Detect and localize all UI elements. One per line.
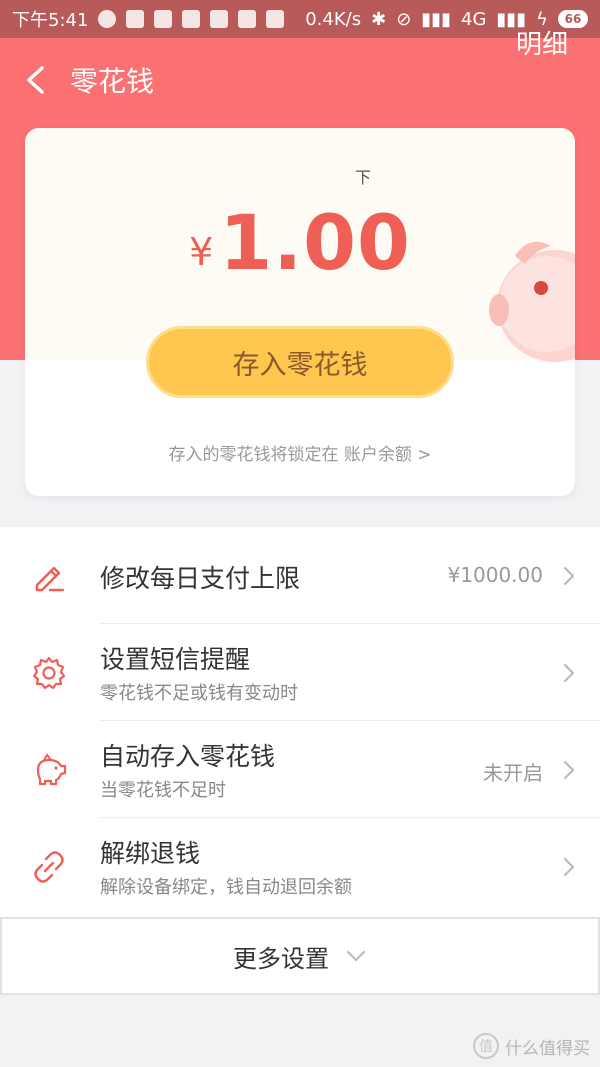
gear-icon <box>32 656 66 690</box>
back-button[interactable] <box>0 38 70 122</box>
detail-button[interactable]: 明细 <box>516 24 568 61</box>
more-settings-label: 更多设置 <box>233 944 329 973</box>
watermark-text: 什么值得买 <box>505 1038 590 1059</box>
mute-icon: ⊘ <box>396 8 412 30</box>
piggy-bank-icon <box>36 753 67 786</box>
status-bar: 下午5:41 0.4K/s ✱ ⊘ ▮▮▮ 4G ▮▮▮ ϟ 66 <box>0 0 600 38</box>
message-icon <box>182 10 201 28</box>
browser-icon-2 <box>266 10 285 28</box>
wechat-icon <box>98 10 117 28</box>
watermark: 值 什么值得买 <box>473 1033 590 1059</box>
edit-icon <box>35 566 65 592</box>
list-item-label: 解绑退钱 <box>100 839 201 868</box>
list-item-auto-deposit[interactable]: 自动存入零花钱 当零花钱不足时 未开启 <box>0 721 600 818</box>
network-type: 4G <box>461 8 487 30</box>
card-note: 存入的零花钱将锁定在 账户余额 > <box>25 440 575 465</box>
currency-symbol: ¥ <box>189 230 214 274</box>
unlink-icon <box>34 851 64 883</box>
list-item-sms-alert[interactable]: 设置短信提醒 零花钱不足或钱有变动时 <box>0 624 600 721</box>
list-item-label: 修改每日支付上限 <box>100 564 301 593</box>
balance-value: 1.00 <box>219 198 411 287</box>
chevron-right-icon <box>563 566 575 586</box>
list-item-label: 设置短信提醒 <box>100 645 251 674</box>
list-item-label: 自动存入零花钱 <box>100 742 276 771</box>
browser-icon <box>154 10 173 28</box>
app-notification-icon <box>238 10 257 28</box>
card-mark: 下 <box>355 168 372 187</box>
piggy-illustration <box>489 241 575 362</box>
settings-list: 修改每日支付上限 ¥1000.00 设置短信提醒 零花钱不足或钱有变动时 自动存… <box>0 527 600 917</box>
watermark-logo: 值 <box>473 1033 499 1059</box>
chevron-right-icon <box>563 857 575 877</box>
list-item-value: ¥1000.00 <box>447 563 543 587</box>
list-item-value: 未开启 <box>483 761 543 785</box>
net-speed: 0.4K/s <box>305 8 362 30</box>
bluetooth-icon: ✱ <box>371 8 387 30</box>
list-item-sublabel: 零花钱不足或钱有变动时 <box>100 683 298 704</box>
more-settings-button[interactable]: 更多设置 <box>0 917 600 995</box>
list-item-sublabel: 解除设备绑定，钱自动退回余额 <box>100 877 352 898</box>
list-item-daily-limit[interactable]: 修改每日支付上限 ¥1000.00 <box>0 527 600 624</box>
health-icon <box>210 10 229 28</box>
mail-icon <box>126 10 145 28</box>
card-note-text: 存入的零花钱将锁定在 <box>168 445 339 465</box>
chevron-left-icon <box>27 66 44 94</box>
chevron-right-icon <box>563 663 575 683</box>
list-item-unbind[interactable]: 解绑退钱 解除设备绑定，钱自动退回余额 <box>0 818 600 915</box>
balance-card: 下 ¥1.00 存入零花钱 存入的零花钱将锁定在 账户余额 > <box>25 128 575 496</box>
signal-icon: ▮▮▮ <box>421 8 451 30</box>
status-time: 下午5:41 <box>12 10 89 31</box>
deposit-button[interactable]: 存入零花钱 <box>146 326 454 398</box>
chevron-right-icon <box>563 760 575 780</box>
list-item-sublabel: 当零花钱不足时 <box>100 780 226 801</box>
chevron-down-icon <box>346 950 366 962</box>
page-title: 零花钱 <box>70 65 155 98</box>
top-bar: 零花钱 <box>0 38 600 122</box>
account-balance-link[interactable]: 账户余额 > <box>344 445 432 465</box>
